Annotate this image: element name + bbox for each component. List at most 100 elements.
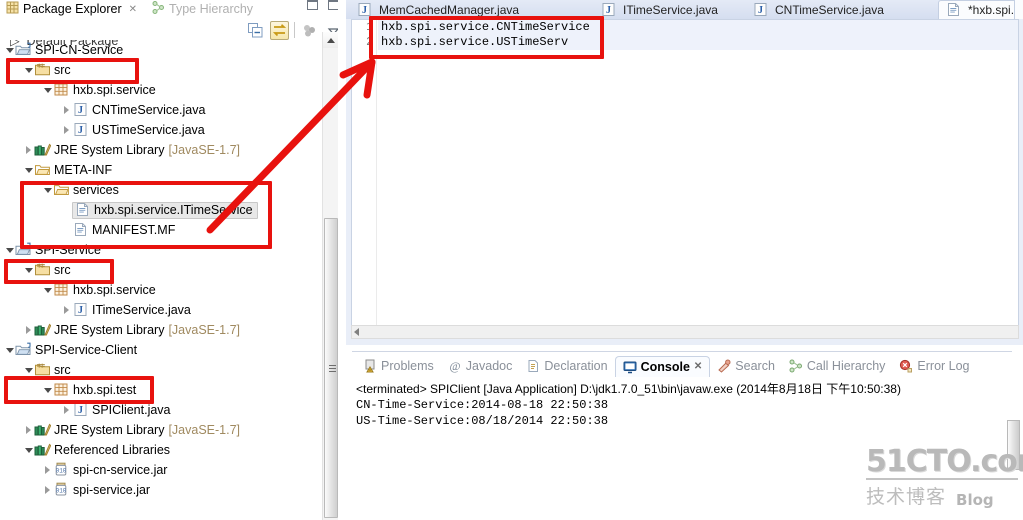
tree-item-content[interactable]: SPI-Service-Client <box>15 342 137 358</box>
text-editor[interactable]: 12 hxb.spi.service.CNTimeService hxb.spi.… <box>351 19 1019 335</box>
tree-item[interactable]: JRE System Library [JavaSE-1.7] <box>0 320 325 340</box>
twisty-collapsed-icon[interactable] <box>23 320 34 340</box>
tree-item[interactable]: J CNTimeService.java <box>0 100 325 120</box>
twisty-expanded-icon[interactable] <box>4 40 15 60</box>
editor-horizontal-scrollbar[interactable] <box>351 325 1019 339</box>
close-icon[interactable]: ✕ <box>694 361 702 372</box>
tree-item-content[interactable]: 010 spi-service.jar <box>53 482 150 498</box>
tree-item-content[interactable]: src <box>34 362 71 378</box>
code-line[interactable]: hxb.spi.service.USTimeServ <box>378 35 1018 50</box>
tree-item[interactable]: JRE System Library [JavaSE-1.7] <box>0 420 325 440</box>
project-tree[interactable]: SPI-CN-Service src hxb.spi.service J CNTimeS… <box>0 40 325 520</box>
tree-item[interactable]: hxb.spi.service <box>0 80 325 100</box>
tree-item-content[interactable]: J CNTimeService.java <box>72 102 205 118</box>
tree-item[interactable]: JRE System Library [JavaSE-1.7] <box>0 140 325 160</box>
twisty-expanded-icon[interactable] <box>23 260 34 280</box>
tree-item-content[interactable]: J USTimeService.java <box>72 122 205 138</box>
restore-button[interactable] <box>307 0 318 10</box>
link-with-editor-icon[interactable] <box>270 20 289 40</box>
console-tab[interactable]: Call Hierarchy <box>782 356 893 377</box>
twisty-expanded-icon[interactable] <box>4 240 15 260</box>
tab-type-hierarchy[interactable]: Type Hierarchy <box>148 0 257 18</box>
tree-item-label: hxb.spi.service <box>73 83 156 97</box>
tree-item-content[interactable]: META-INF <box>34 162 112 178</box>
line-number: 2 <box>366 36 373 49</box>
twisty-expanded-icon[interactable] <box>4 340 15 360</box>
tree-item[interactable]: 010 spi-cn-service.jar <box>0 460 325 480</box>
tree-item-content[interactable]: SPI-Service <box>15 242 101 258</box>
tree-item-content[interactable]: hxb.spi.service <box>53 82 156 98</box>
tree-item[interactable]: J USTimeService.java <box>0 120 325 140</box>
twisty-expanded-icon[interactable] <box>23 440 34 460</box>
twisty-expanded-icon[interactable] <box>23 360 34 380</box>
twisty-expanded-icon[interactable] <box>42 280 53 300</box>
tree-item-content[interactable]: JRE System Library [JavaSE-1.7] <box>34 142 240 158</box>
tree-vertical-scrollbar[interactable] <box>322 32 339 520</box>
twisty-expanded-icon[interactable] <box>42 80 53 100</box>
twisty-collapsed-icon[interactable] <box>61 400 72 420</box>
tree-item[interactable]: hxb.spi.service <box>0 280 325 300</box>
editor-tab[interactable]: J MemCachedManager.java <box>350 0 528 19</box>
tree-item-content[interactable]: JRE System Library [JavaSE-1.7] <box>34 422 240 438</box>
tree-item[interactable]: MANIFEST.MF <box>0 220 325 240</box>
scroll-up-icon[interactable] <box>323 32 339 48</box>
tree-item-content[interactable]: Referenced Libraries <box>34 442 170 458</box>
twisty-collapsed-icon[interactable] <box>61 300 72 320</box>
editor-tab[interactable]: J ITimeService.java <box>594 0 730 19</box>
tree-item-content[interactable]: src <box>34 62 71 78</box>
tree-item-content[interactable]: hxb.spi.service.ITimeService <box>72 201 258 219</box>
tree-item[interactable]: services <box>0 180 325 200</box>
code-content[interactable]: hxb.spi.service.CNTimeService hxb.spi.ser… <box>378 20 1018 334</box>
twisty-collapsed-icon[interactable] <box>61 120 72 140</box>
tree-item[interactable]: hxb.spi.test <box>0 380 325 400</box>
tree-item[interactable]: META-INF <box>0 160 325 180</box>
tree-item[interactable]: SPI-Service <box>0 240 325 260</box>
tree-item[interactable]: SPI-Service-Client <box>0 340 325 360</box>
twisty-expanded-icon[interactable] <box>42 180 53 200</box>
console-tab[interactable]: Problems <box>356 356 441 377</box>
twisty-expanded-icon[interactable] <box>23 60 34 80</box>
twisty-expanded-icon[interactable] <box>42 380 53 400</box>
tree-item-content[interactable]: JRE System Library [JavaSE-1.7] <box>34 322 240 338</box>
tree-item-content[interactable]: hxb.spi.service <box>53 282 156 298</box>
panel-sash[interactable] <box>338 0 346 520</box>
twisty-expanded-icon[interactable] <box>23 160 34 180</box>
tree-item-content[interactable]: J SPIClient.java <box>72 402 171 418</box>
twisty-collapsed-icon[interactable] <box>23 140 34 160</box>
close-icon[interactable]: ✕ <box>129 4 137 15</box>
tree-item[interactable]: src <box>0 60 325 80</box>
collapse-all-icon[interactable] <box>246 21 265 40</box>
tree-item[interactable]: src <box>0 260 325 280</box>
tree-item-content[interactable]: 010 spi-cn-service.jar <box>53 462 167 478</box>
scroll-thumb[interactable] <box>324 218 338 518</box>
tree-item[interactable]: 010 spi-service.jar <box>0 480 325 500</box>
tree-item-content[interactable]: SPI-CN-Service <box>15 42 123 58</box>
code-line[interactable]: hxb.spi.service.CNTimeService <box>378 20 1018 35</box>
scroll-left-icon[interactable] <box>354 328 359 336</box>
twisty-collapsed-icon[interactable] <box>61 100 72 120</box>
tree-item-content[interactable]: MANIFEST.MF <box>72 222 175 238</box>
console-tab[interactable]: Declaration <box>519 356 614 377</box>
console-tab[interactable]: Search <box>710 356 782 377</box>
tree-item[interactable]: hxb.spi.service.ITimeService <box>0 200 325 220</box>
console-tab[interactable]: Console ✕ <box>614 355 711 377</box>
editor-tab[interactable]: J CNTimeService.java <box>746 0 906 19</box>
tree-item-content[interactable]: services <box>53 182 119 198</box>
tree-item-content[interactable]: hxb.spi.test <box>53 382 136 398</box>
tree-item-content[interactable]: J ITimeService.java <box>72 302 191 318</box>
tree-item[interactable]: J ITimeService.java <box>0 300 325 320</box>
view-menu-icon[interactable] <box>300 21 319 40</box>
tab-package-explorer[interactable]: Package Explorer ✕ <box>2 0 141 18</box>
tree-item[interactable]: SPI-CN-Service <box>0 40 325 60</box>
tree-item[interactable]: src <box>0 360 325 380</box>
twisty-collapsed-icon[interactable] <box>42 480 53 500</box>
editor-tab[interactable]: *hxb.spi.service.ITime…✕ <box>938 0 1023 19</box>
tree-item-content[interactable]: src <box>34 262 71 278</box>
twisty-collapsed-icon[interactable] <box>42 460 53 480</box>
editor-tab-overflow[interactable] <box>1014 0 1023 19</box>
tree-item[interactable]: Referenced Libraries <box>0 440 325 460</box>
console-tab[interactable]: @ Javadoc <box>441 356 520 377</box>
console-tab[interactable]: Error Log <box>892 356 976 377</box>
tree-item[interactable]: J SPIClient.java <box>0 400 325 420</box>
twisty-collapsed-icon[interactable] <box>23 420 34 440</box>
